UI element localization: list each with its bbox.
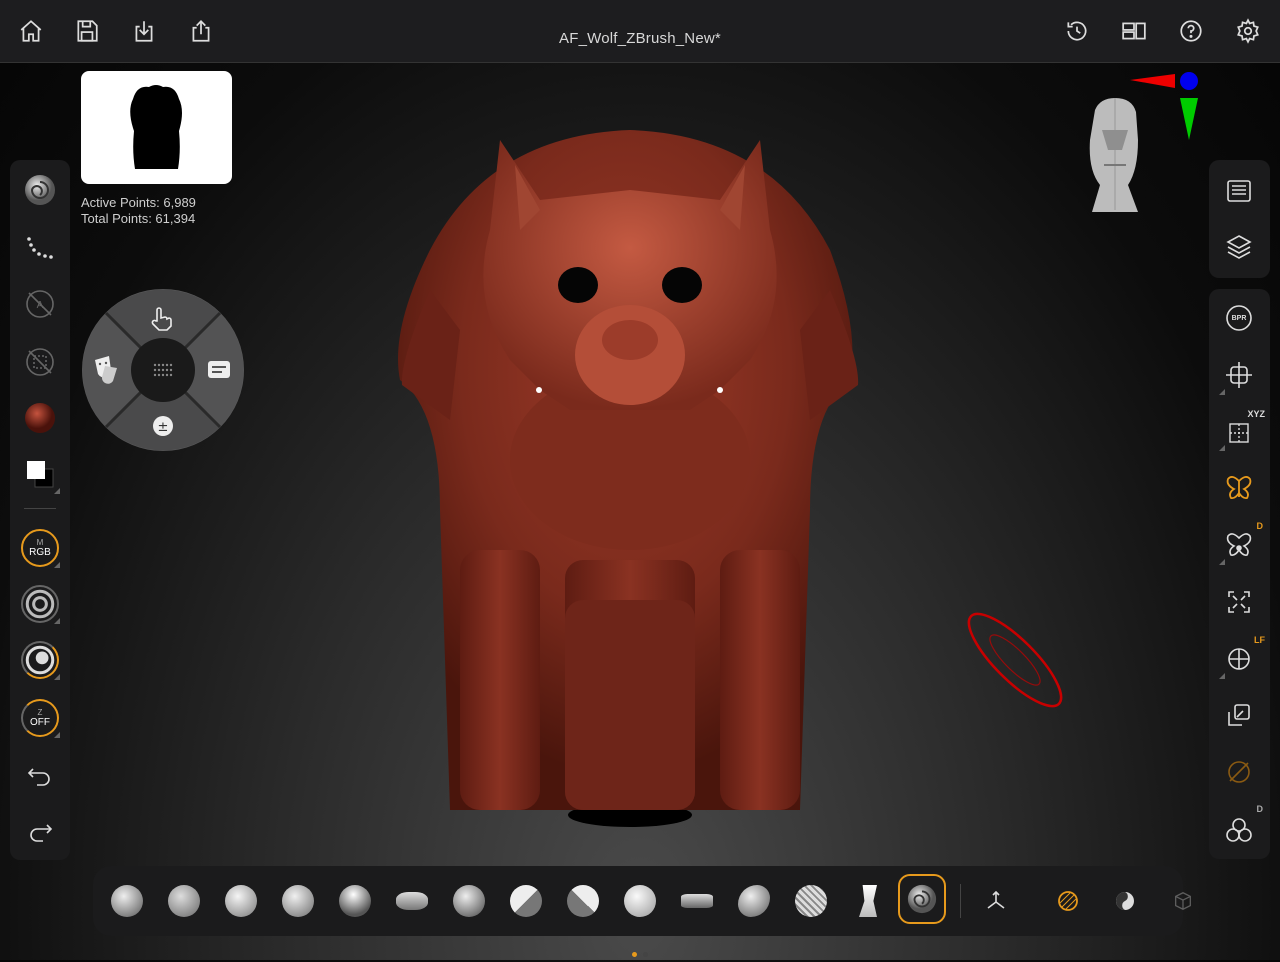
divider bbox=[24, 508, 56, 509]
color-swatch-icon[interactable] bbox=[18, 452, 62, 496]
submenu-mark bbox=[54, 618, 60, 624]
help-icon[interactable] bbox=[1174, 14, 1208, 48]
texture-off-icon[interactable] bbox=[18, 340, 62, 384]
brush-bar bbox=[93, 866, 1191, 936]
z-line2: OFF bbox=[30, 717, 50, 728]
clay-buildup-brush[interactable] bbox=[105, 879, 149, 923]
submenu-mark bbox=[54, 674, 60, 680]
trim-dynamic-brush[interactable] bbox=[504, 879, 548, 923]
mrgb-line2: RGB bbox=[29, 547, 51, 558]
undo-icon[interactable] bbox=[18, 752, 62, 796]
layout-icon[interactable] bbox=[1117, 14, 1151, 48]
page-dot-active[interactable] bbox=[632, 952, 637, 957]
page-dot[interactable] bbox=[643, 952, 648, 957]
dynamesh-sup: D bbox=[1256, 804, 1264, 814]
material-icon[interactable] bbox=[18, 396, 62, 440]
symmetry-axis-icon[interactable]: XYZ bbox=[1217, 409, 1265, 453]
mrgb-toggle[interactable]: M RGB bbox=[18, 526, 62, 570]
move-brush[interactable] bbox=[390, 879, 434, 923]
page-indicator bbox=[0, 944, 1280, 962]
pinch-brush[interactable] bbox=[732, 879, 776, 923]
submenu-mark bbox=[54, 732, 60, 738]
radial-menu: ± bbox=[81, 288, 245, 452]
dynamesh-icon[interactable]: D bbox=[1217, 804, 1263, 852]
dynamic-symmetry-icon[interactable]: D bbox=[1217, 521, 1264, 567]
focal-shift-icon[interactable] bbox=[18, 638, 62, 682]
inflate-brush[interactable] bbox=[333, 879, 377, 923]
clay-brush[interactable] bbox=[162, 879, 206, 923]
symmetry-axis-sup: XYZ bbox=[1247, 409, 1265, 419]
point-stats: Active Points: 6,989 Total Points: 61,39… bbox=[81, 195, 196, 227]
snake-hook-brush[interactable] bbox=[447, 879, 491, 923]
total-points-label: Total Points: 61,394 bbox=[81, 211, 196, 226]
dam-standard-brush[interactable] bbox=[276, 879, 320, 923]
dynamic-symmetry-sup: D bbox=[1256, 521, 1264, 531]
orientation-gizmo[interactable] bbox=[1080, 70, 1210, 220]
symmetry-icon[interactable] bbox=[1217, 466, 1261, 510]
redo-icon[interactable] bbox=[18, 808, 62, 852]
cube-icon[interactable] bbox=[1161, 879, 1205, 923]
model-thumbnail[interactable] bbox=[81, 71, 232, 184]
submenu-mark bbox=[54, 488, 60, 494]
select-rect-brush[interactable] bbox=[846, 879, 890, 923]
current-brush-icon[interactable] bbox=[18, 168, 62, 212]
history-icon[interactable] bbox=[1060, 14, 1094, 48]
smooth-brush[interactable] bbox=[618, 879, 662, 923]
left-toolbar: A M RGB Z OFF bbox=[10, 160, 70, 860]
stroke-dots-icon[interactable] bbox=[18, 226, 62, 270]
submenu-mark bbox=[54, 562, 60, 568]
gizmo-icon[interactable] bbox=[974, 879, 1018, 923]
bpr-render-icon[interactable]: BPR bbox=[1217, 296, 1261, 340]
layers-icon[interactable] bbox=[1217, 225, 1261, 269]
bpr-label: BPR bbox=[1231, 314, 1247, 322]
draw-size-icon[interactable] bbox=[18, 582, 62, 626]
submenu-mark bbox=[1219, 445, 1225, 451]
polyframe-icon[interactable] bbox=[1217, 693, 1261, 737]
local-transform-sup: LF bbox=[1254, 635, 1265, 645]
svg-text:±: ± bbox=[158, 420, 169, 435]
top-bar: AF_Wolf_ZBrush_New* bbox=[0, 0, 1280, 63]
submenu-mark bbox=[1219, 389, 1225, 395]
matcap-icon[interactable] bbox=[1103, 879, 1147, 923]
standard-brush[interactable] bbox=[219, 879, 263, 923]
plus-minus-icon: ± bbox=[153, 416, 173, 436]
sculpt-model[interactable] bbox=[390, 130, 870, 830]
current-brush[interactable] bbox=[898, 874, 946, 924]
settings-icon[interactable] bbox=[1231, 14, 1265, 48]
hpolish-brush[interactable] bbox=[561, 879, 605, 923]
mask-lasso-brush[interactable] bbox=[789, 879, 833, 923]
right-toolbar-bottom: BPR XYZ D LF D bbox=[1209, 289, 1270, 859]
solo-icon[interactable] bbox=[1217, 750, 1261, 794]
submenu-mark bbox=[1219, 673, 1225, 679]
right-toolbar-top bbox=[1209, 160, 1270, 278]
alpha-off-icon[interactable]: A bbox=[18, 282, 62, 326]
brush-cursor bbox=[955, 600, 1075, 730]
document-list-icon[interactable] bbox=[1217, 169, 1261, 213]
material-toggle-icon[interactable] bbox=[1046, 879, 1090, 923]
curve-tube-brush[interactable] bbox=[675, 879, 719, 923]
submenu-mark bbox=[1219, 559, 1225, 565]
svg-text:A: A bbox=[37, 300, 44, 311]
active-points-label: Active Points: 6,989 bbox=[81, 195, 196, 210]
divider bbox=[960, 884, 961, 918]
move-canvas-icon[interactable] bbox=[1217, 353, 1261, 397]
z-intensity-toggle[interactable]: Z OFF bbox=[18, 696, 62, 740]
panel-icon bbox=[208, 361, 230, 378]
frame-icon[interactable] bbox=[1217, 580, 1261, 624]
local-transform-icon[interactable]: LF bbox=[1217, 635, 1265, 681]
